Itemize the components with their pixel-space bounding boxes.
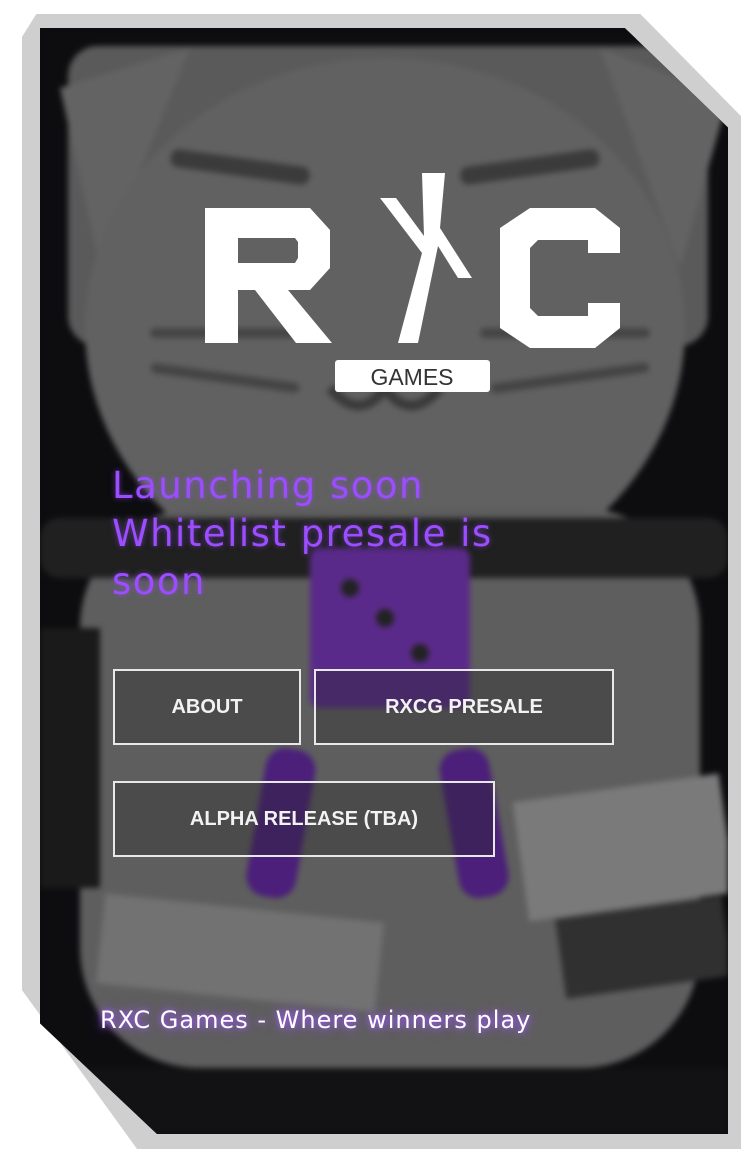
rxc-games-logo: GAMES: [205, 173, 620, 392]
headline-line-2: Whitelist presale is: [112, 512, 493, 555]
logo-subtitle: GAMES: [370, 364, 453, 390]
alpha-release-button[interactable]: ALPHA RELEASE (TBA): [113, 781, 495, 857]
presale-button[interactable]: RXCG PRESALE: [314, 669, 614, 745]
footer-tagline: RXC Games - Where winners play: [100, 1006, 532, 1034]
headline-line-3: soon: [112, 560, 207, 603]
about-button[interactable]: ABOUT: [113, 669, 301, 745]
launch-headline: Launching soon Whitelist presale is soon: [112, 462, 632, 606]
headline-line-1: Launching soon: [112, 464, 424, 507]
